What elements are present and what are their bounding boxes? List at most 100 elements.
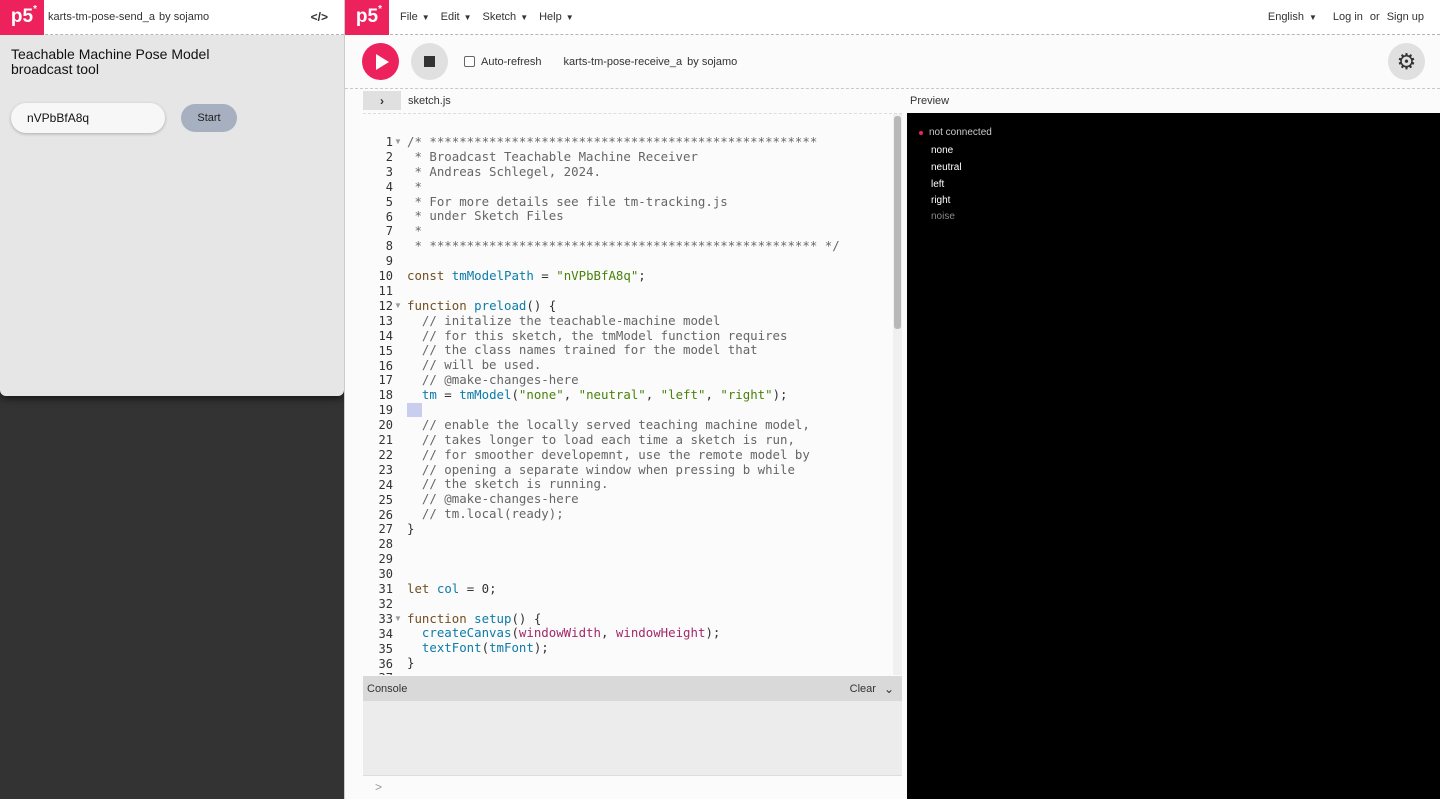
fold-arrow-icon[interactable]: ▼ xyxy=(394,135,402,150)
code-line[interactable] xyxy=(407,284,893,299)
p5-logo[interactable]: p5 * xyxy=(0,0,44,35)
play-button[interactable] xyxy=(362,43,399,80)
left-window-header: p5 * karts-tm-pose-send_a by sojamo </> xyxy=(0,0,344,35)
line-number: 27 xyxy=(378,522,393,537)
code-line[interactable]: // @make-changes-here xyxy=(407,491,893,507)
sketch-name[interactable]: karts-tm-pose-receive_a xyxy=(564,56,683,68)
fold-arrow-icon[interactable]: ▼ xyxy=(394,299,402,314)
line-number: 25 xyxy=(378,492,393,507)
author-link[interactable]: sojamo xyxy=(174,11,209,23)
line-number: 31 xyxy=(378,582,393,596)
line-number: 36 xyxy=(378,656,393,671)
line-number: 2 xyxy=(385,149,393,164)
p5-logo-editor[interactable]: p5 * xyxy=(345,0,389,35)
app-title: Teachable Machine Pose Model broadcast t… xyxy=(11,47,209,77)
code-editor[interactable]: 1 ▼ 2 3 4 5 6 7 8 9 10 11 12 ▼ 13 14 15 16 17 18 19 20 21 22 23 2… xyxy=(363,113,902,675)
console-header: Console Clear ⌄ xyxy=(363,676,902,701)
file-tab-sketch-js[interactable]: sketch.js xyxy=(408,95,451,107)
console-collapse-chevron-icon[interactable]: ⌄ xyxy=(884,682,894,696)
preview-label: Preview xyxy=(910,95,950,107)
line-number: 33 xyxy=(378,611,393,626)
code-line[interactable]: textFont(tmFont); xyxy=(407,640,893,656)
code-line[interactable] xyxy=(407,403,893,418)
code-line[interactable]: // the class names trained for the model… xyxy=(407,343,893,358)
code-line[interactable]: * Andreas Schlegel, 2024. xyxy=(407,164,893,180)
code-line[interactable]: function setup() { xyxy=(407,611,893,627)
caret-down-icon: ▼ xyxy=(1309,13,1317,22)
code-line[interactable]: // opening a separate window when pressi… xyxy=(407,462,893,478)
line-number: 22 xyxy=(378,447,393,462)
code-line[interactable]: // takes longer to load each time a sket… xyxy=(407,432,893,448)
line-number-gutter: 1 ▼ 2 3 4 5 6 7 8 9 10 11 12 ▼ 13 14 15 16 17 18 19 20 21 22 23 2… xyxy=(363,114,407,675)
by-label: by xyxy=(687,55,699,68)
code-line[interactable]: * For more details see file tm-tracking.… xyxy=(407,194,893,210)
code-line[interactable] xyxy=(407,537,893,552)
code-line[interactable]: * **************************************… xyxy=(407,238,893,254)
scroll-thumb[interactable] xyxy=(894,116,901,329)
menu-label: Help xyxy=(539,11,562,23)
code-toggle-icon[interactable]: </> xyxy=(311,10,328,24)
line-number: 34 xyxy=(378,626,393,641)
code-line[interactable]: } xyxy=(407,655,893,671)
code-line[interactable] xyxy=(407,671,893,675)
author-link[interactable]: sojamo xyxy=(702,56,737,68)
fold-arrow-icon[interactable]: ▼ xyxy=(394,612,402,627)
code-line[interactable]: // for smoother developemnt, use the rem… xyxy=(407,447,893,463)
console-prompt: > xyxy=(375,780,383,794)
line-number: 35 xyxy=(378,641,393,656)
line-number: 30 xyxy=(378,567,393,582)
code-line[interactable]: // tm.local(ready); xyxy=(407,506,893,522)
code-line[interactable]: * xyxy=(407,179,893,195)
menu-help[interactable]: Help ▼ xyxy=(539,11,574,23)
code-line[interactable]: * under Sketch Files xyxy=(407,209,893,224)
code-line[interactable]: // enable the locally served teaching ma… xyxy=(407,417,893,433)
start-button[interactable]: Start xyxy=(181,104,237,132)
line-number: 18 xyxy=(378,388,393,403)
code-line[interactable]: let col = 0; xyxy=(407,581,893,597)
menu-label: Edit xyxy=(440,11,460,23)
sidebar-toggle-chevron-icon[interactable]: › xyxy=(363,91,401,110)
menu-edit[interactable]: Edit ▼ xyxy=(441,11,472,23)
model-id-input[interactable] xyxy=(11,103,165,133)
code-line[interactable]: tm = tmModel("none", "neutral", "left", … xyxy=(407,387,893,403)
line-number: 9 xyxy=(385,254,393,269)
code-line[interactable]: const tmModelPath = "nVPbBfA8q"; xyxy=(407,268,893,284)
code-line[interactable] xyxy=(407,552,893,567)
code-line[interactable]: createCanvas(windowWidth, windowHeight); xyxy=(407,625,893,641)
menu-label: File xyxy=(400,11,418,23)
code-line[interactable]: // initalize the teachable-machine model xyxy=(407,313,893,329)
stop-button[interactable] xyxy=(411,43,448,80)
code-line[interactable]: * Broadcast Teachable Machine Receiver xyxy=(407,149,893,165)
auto-refresh-checkbox[interactable] xyxy=(464,56,475,67)
code-line[interactable]: // @make-changes-here xyxy=(407,372,893,388)
console-clear-button[interactable]: Clear xyxy=(850,683,876,695)
login-link[interactable]: Log in xyxy=(1333,11,1363,23)
auto-refresh-toggle[interactable]: Auto-refresh xyxy=(464,56,542,68)
menu-file[interactable]: File ▼ xyxy=(400,11,430,23)
console-input[interactable]: > xyxy=(363,775,902,799)
code-line[interactable]: // the sketch is running. xyxy=(407,477,893,492)
line-number: 37 xyxy=(363,671,393,675)
preview-canvas[interactable]: not connected none neutral left right no… xyxy=(907,113,1440,799)
code-line[interactable] xyxy=(407,597,893,612)
code-line[interactable]: // for this sketch, the tmModel function… xyxy=(407,328,893,344)
sketch-title[interactable]: karts-tm-pose-send_a xyxy=(48,11,155,23)
menu-sketch[interactable]: Sketch ▼ xyxy=(483,11,529,23)
code-line[interactable]: /* *************************************… xyxy=(407,134,893,150)
signup-link[interactable]: Sign up xyxy=(1387,11,1424,23)
language-select[interactable]: English ▼ xyxy=(1261,11,1317,23)
line-number: 1 xyxy=(385,135,393,149)
code-scrollbar[interactable] xyxy=(893,114,902,675)
code-line[interactable]: // will be used. xyxy=(407,357,893,373)
console-output xyxy=(363,701,902,775)
code-line[interactable]: * xyxy=(407,223,893,239)
code-line[interactable]: function preload() { xyxy=(407,298,893,314)
line-number: 12 xyxy=(378,298,393,313)
code-line[interactable] xyxy=(407,254,893,269)
line-number: 20 xyxy=(378,418,393,433)
code-line[interactable] xyxy=(407,567,893,582)
code-lines[interactable]: /* *************************************… xyxy=(407,134,893,675)
code-line[interactable]: } xyxy=(407,521,893,537)
settings-gear-icon[interactable]: ⚙ xyxy=(1388,43,1425,80)
app-title-line1: Teachable Machine Pose Model xyxy=(11,46,210,62)
